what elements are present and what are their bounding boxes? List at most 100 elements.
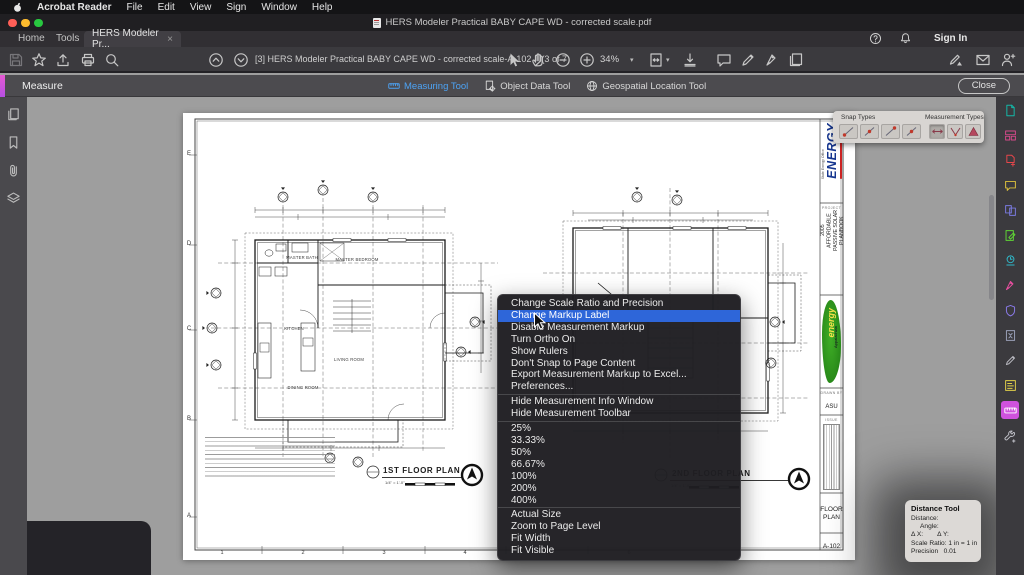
menu-item-200[interactable]: 200% (498, 483, 740, 495)
bookmarks-icon[interactable] (6, 135, 22, 151)
prepare-form-tool[interactable] (1001, 376, 1019, 394)
scroll-mode-icon[interactable] (682, 52, 698, 68)
menu-item-export-measurement-markup-to-excel[interactable]: Export Measurement Markup to Excel... (498, 369, 740, 381)
menu-item-change-scale-ratio-and-precision[interactable]: Change Scale Ratio and Precision (498, 298, 740, 310)
distance-measurement-button[interactable] (929, 124, 945, 139)
zoom-caret-icon[interactable]: ▾ (630, 56, 634, 64)
area-measurement-button[interactable] (965, 124, 981, 139)
send-mail-icon[interactable] (975, 52, 991, 68)
menu-item-100[interactable]: 100% (498, 471, 740, 483)
page-fit-icon[interactable] (648, 52, 664, 68)
grid-number-4: 4 (459, 550, 471, 556)
snap-to-paths-button[interactable] (881, 124, 900, 139)
bottom-left-shadow-region (27, 521, 151, 575)
zoom-out-icon[interactable] (555, 52, 571, 68)
menu-item-turn-ortho-on[interactable]: Turn Ortho On (498, 334, 740, 346)
organize-pages-tool[interactable] (1001, 126, 1019, 144)
menu-item-hide-measurement-toolbar[interactable]: Hide Measurement Toolbar (498, 408, 740, 420)
menu-item-zoom-to-page-level[interactable]: Zoom to Page Level (498, 521, 740, 533)
snap-to-intersections-button[interactable] (902, 124, 921, 139)
create-pdf-tool[interactable] (1001, 151, 1019, 169)
save-icon[interactable] (8, 52, 24, 68)
menubar-item-help[interactable]: Help (312, 2, 333, 13)
star-favorite-icon[interactable] (31, 52, 47, 68)
plan1-scale-note: 1/4" = 1'-0" (385, 480, 405, 485)
menubar-item-sign[interactable]: Sign (226, 2, 246, 13)
next-page-icon[interactable] (233, 52, 249, 68)
edit-pdf-tool[interactable] (1001, 226, 1019, 244)
precision-value: 0.01 (944, 548, 957, 555)
menubar-item-file[interactable]: File (126, 2, 142, 13)
protect-tool[interactable] (1001, 301, 1019, 319)
tab-bar: Home Tools HERS Modeler Pr... × Sign In (0, 31, 1024, 47)
perimeter-measurement-button[interactable] (947, 124, 963, 139)
grid-number-3: 3 (378, 550, 390, 556)
menu-item-fit-visible[interactable]: Fit Visible (498, 545, 740, 557)
layers-icon[interactable] (6, 191, 22, 207)
more-documents-icon[interactable] (788, 52, 804, 68)
precision-label: Precision (911, 548, 938, 555)
measure-tool[interactable] (1001, 401, 1019, 419)
tab-home[interactable]: Home (18, 33, 45, 44)
help-icon[interactable] (869, 32, 882, 45)
menu-item-33-33[interactable]: 33.33% (498, 435, 740, 447)
tab-tools[interactable]: Tools (56, 33, 79, 44)
menu-item-400[interactable]: 400% (498, 495, 740, 507)
snap-to-midpoints-button[interactable] (860, 124, 879, 139)
combine-files-tool[interactable] (1001, 201, 1019, 219)
measurement-types-label: Measurement Types (925, 114, 984, 121)
page-thumbnails-icon[interactable] (6, 107, 22, 123)
zoom-in-icon[interactable] (579, 52, 595, 68)
menu-item-actual-size[interactable]: Actual Size (498, 509, 740, 521)
distance-tool-window[interactable]: Distance Tool Distance: Angle: Δ X:Δ Y: … (905, 500, 981, 562)
zoom-level-value[interactable]: 34% (600, 54, 619, 65)
menubar-item-window[interactable]: Window (261, 2, 297, 13)
attachments-icon[interactable] (6, 163, 22, 179)
menubar-item-edit[interactable]: Edit (158, 2, 175, 13)
vertical-scrollbar-thumb[interactable] (989, 195, 994, 300)
share-with-people-icon[interactable] (1000, 52, 1016, 68)
menu-item-66-67[interactable]: 66.67% (498, 459, 740, 471)
menu-item-25[interactable]: 25% (498, 423, 740, 435)
drawn-by-value: ASU E.C. (825, 404, 837, 415)
draw-pencil-icon[interactable] (740, 52, 756, 68)
stamp-tool[interactable] (1001, 251, 1019, 269)
menu-item-fit-width[interactable]: Fit Width (498, 533, 740, 545)
geospatial-location-tool[interactable]: Geospatial Location Tool (586, 80, 706, 92)
measuring-tool[interactable]: Measuring Tool (388, 80, 468, 92)
menu-item-don-t-snap-to-page-content[interactable]: Don't Snap to Page Content (498, 358, 740, 370)
previous-page-icon[interactable] (208, 52, 224, 68)
snap-to-endpoints-button[interactable] (839, 124, 858, 139)
menu-item-preferences[interactable]: Preferences... (498, 381, 740, 393)
fill-sign-tool[interactable] (1001, 276, 1019, 294)
print-icon[interactable] (80, 52, 96, 68)
fill-sign-icon[interactable] (764, 52, 780, 68)
menubar-item-view[interactable]: View (190, 2, 212, 13)
comment-icon[interactable] (716, 52, 732, 68)
request-signatures-icon[interactable] (948, 52, 964, 68)
measure-close-button[interactable]: Close (958, 78, 1010, 94)
share-upload-icon[interactable] (55, 52, 71, 68)
object-data-tool[interactable]: Object Data Tool (484, 80, 570, 92)
tab-document[interactable]: HERS Modeler Pr... × (84, 31, 181, 47)
titleblock-project: PROJECT 2005 AFFORDABLE PASSIVE SOLAR PL… (820, 204, 843, 294)
pen-tool[interactable] (1001, 351, 1019, 369)
notifications-bell-icon[interactable] (899, 32, 912, 45)
room-label-master-bath: MASTER BATH (282, 255, 322, 260)
select-tool-icon[interactable] (506, 52, 522, 68)
add-tools-wrench[interactable] (1001, 427, 1019, 445)
comments-tool[interactable] (1001, 176, 1019, 194)
tab-close-icon[interactable]: × (167, 34, 173, 45)
compress-pdf-tool[interactable] (1001, 326, 1019, 344)
menubar-item-acrobat-reader[interactable]: Acrobat Reader (37, 2, 111, 13)
menu-item-show-rulers[interactable]: Show Rulers (498, 346, 740, 358)
search-icon[interactable] (104, 52, 120, 68)
page-fit-caret-icon[interactable]: ▾ (666, 56, 670, 64)
menubar-items: Acrobat Reader File Edit View Sign Window Help (37, 2, 348, 13)
sign-in-button[interactable]: Sign In (934, 33, 967, 44)
apple-icon[interactable] (12, 2, 23, 13)
export-pdf-tool[interactable] (1001, 101, 1019, 119)
menu-item-hide-measurement-info-window[interactable]: Hide Measurement Info Window (498, 396, 740, 408)
menu-item-50[interactable]: 50% (498, 447, 740, 459)
hand-tool-icon[interactable] (530, 52, 546, 68)
